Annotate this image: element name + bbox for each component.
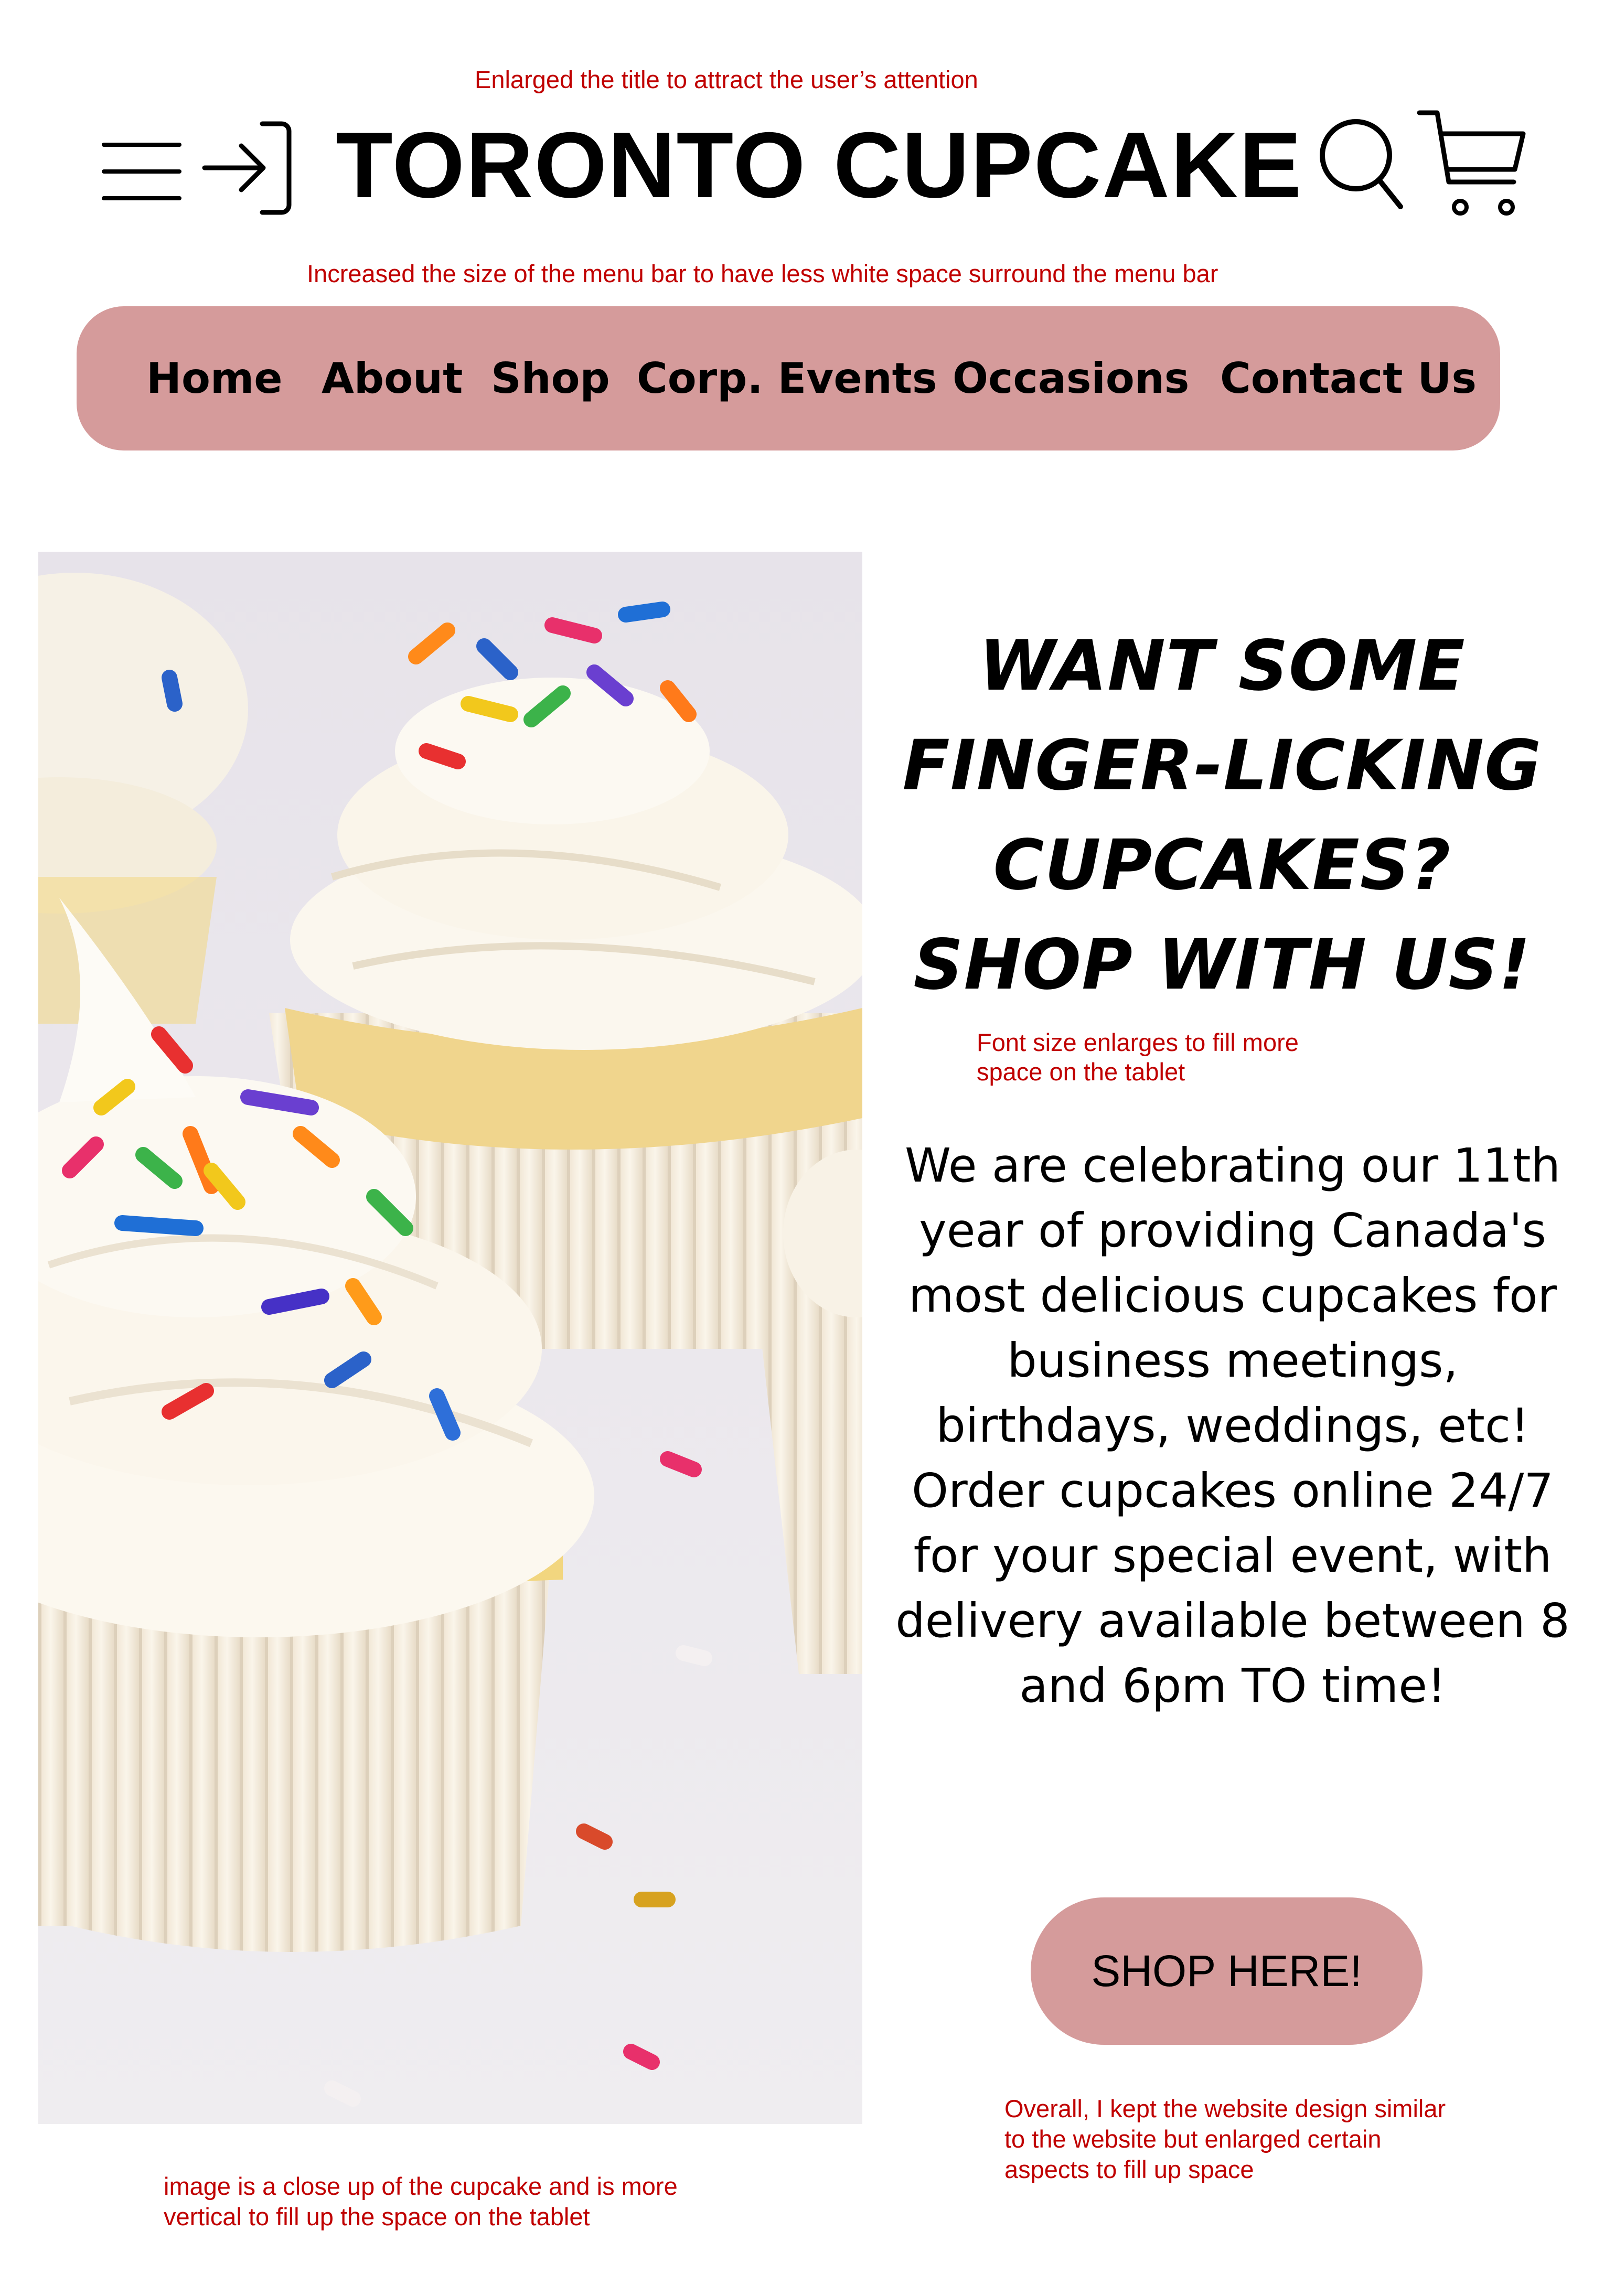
nav-item-about[interactable]: About	[322, 306, 463, 450]
nav-item-contact-us[interactable]: Contact Us	[1220, 306, 1477, 450]
nav-item-occasions[interactable]: Occasions	[953, 306, 1189, 450]
description-line: Order cupcakes online 24/7	[912, 1463, 1554, 1518]
menu-icon[interactable]	[100, 137, 184, 206]
nav-item-shop[interactable]: Shop	[491, 306, 610, 450]
nav-item-corp-events[interactable]: Corp. Events	[637, 306, 937, 450]
description-line: most delicious cupcakes for	[908, 1268, 1557, 1323]
annotation-image-note-line: image is a close up of the cupcake and i…	[164, 2172, 678, 2200]
annotation-image-note: image is a close up of the cupcake and i…	[164, 2171, 678, 2232]
description-line: year of providing Canada's	[919, 1203, 1546, 1258]
shop-here-button[interactable]: SHOP HERE!	[1031, 1897, 1423, 2045]
annotation-overall-note-line: Overall, I kept the website design simil…	[1004, 2095, 1446, 2122]
headline-line: SHOP WITH US!	[913, 925, 1531, 1005]
annotation-font-note: Font size enlarges to fill more space on…	[977, 1028, 1299, 1087]
annotation-overall-note-line: aspects to fill up space	[1004, 2155, 1254, 2183]
hero-headline: WANT SOME FINGER-LICKING CUPCAKES? SHOP …	[881, 616, 1563, 1015]
cupcakes-photo	[38, 552, 862, 2124]
description-line: for your special event, with	[913, 1528, 1552, 1583]
headline-line: CUPCAKES?	[993, 825, 1451, 906]
annotation-font-note-line: Font size enlarges to fill more	[977, 1028, 1299, 1056]
description-line: birthdays, weddings, etc!	[936, 1398, 1530, 1453]
nav-item-home[interactable]: Home	[146, 306, 283, 450]
headline-line: WANT SOME	[979, 626, 1466, 706]
annotation-overall-note-line: to the website but enlarged certain	[1004, 2125, 1382, 2153]
annotation-overall-note: Overall, I kept the website design simil…	[1004, 2094, 1446, 2185]
description-line: We are celebrating our 11th	[905, 1138, 1560, 1193]
search-icon[interactable]	[1317, 114, 1406, 211]
headline-line: FINGER-LICKING	[902, 725, 1542, 806]
annotation-menu-note: Increased the size of the menu bar to ha…	[307, 260, 1218, 287]
main-nav: Home About Shop Corp. Events Occasions C…	[77, 306, 1500, 450]
description-line: business meetings,	[1007, 1333, 1458, 1388]
site-title[interactable]: TORONTO CUPCAKE	[336, 113, 1301, 218]
annotation-title-note: Enlarged the title to attract the user’s…	[475, 66, 978, 93]
login-icon[interactable]	[200, 120, 295, 217]
cart-icon[interactable]	[1416, 108, 1532, 220]
hero-description: We are celebrating our 11th year of prov…	[881, 1133, 1584, 1718]
annotation-font-note-line: space on the tablet	[977, 1058, 1185, 1086]
annotation-image-note-line: vertical to fill up the space on the tab…	[164, 2203, 590, 2230]
description-line: and 6pm TO time!	[1019, 1658, 1446, 1713]
description-line: delivery available between 8	[895, 1593, 1570, 1648]
